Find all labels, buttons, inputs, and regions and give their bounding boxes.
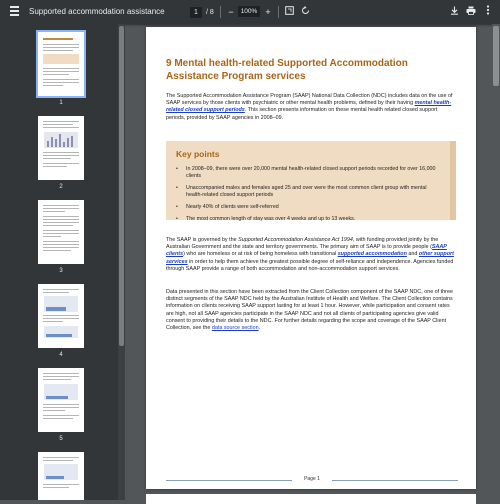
sidebar-scroll-thumb[interactable] xyxy=(119,26,124,346)
section-heading: 9 Mental health-related Supported Accomm… xyxy=(166,58,408,82)
key-points-box: Key points In 2008–09, there were over 2… xyxy=(166,141,456,223)
thumbnail-label: 3 xyxy=(59,268,63,274)
toolbar-divider xyxy=(220,6,221,18)
menu-icon[interactable] xyxy=(10,6,19,17)
zoom-input[interactable]: 100% xyxy=(238,6,260,17)
page-thumbnail-1[interactable] xyxy=(36,30,86,98)
zoom-out-button[interactable]: − xyxy=(225,5,237,19)
page-thumbnail-2[interactable] xyxy=(38,116,84,180)
document-scrollbar[interactable] xyxy=(492,24,500,500)
page-thumbnail-3[interactable] xyxy=(38,200,84,264)
toolbar-divider xyxy=(278,6,279,18)
page-number-input[interactable]: 1 xyxy=(190,6,202,18)
page-thumbnail-6[interactable] xyxy=(38,452,84,500)
thumbnail-label: 5 xyxy=(59,436,63,442)
key-points-heading: Key points xyxy=(176,149,220,159)
document-scroll-thumb[interactable] xyxy=(493,26,499,86)
key-point-item: Unaccompanied males and females aged 25 … xyxy=(176,185,438,199)
thumbnail-label: 1 xyxy=(59,100,63,106)
supported-accommodation-link[interactable]: supported accommodation xyxy=(338,251,407,257)
page-indicator: 1 / 8 xyxy=(190,6,214,18)
thumbnail-label: 4 xyxy=(59,352,63,358)
page-number-label: Page 1 xyxy=(304,476,320,482)
key-point-item: The most common length of stay was over … xyxy=(176,216,438,223)
key-point-item: Nearly 40% of clients were self-referred xyxy=(176,204,438,211)
saap-paragraph: The SAAP is governed by the Supported Ac… xyxy=(166,237,454,272)
sidebar-scrollbar[interactable] xyxy=(118,24,125,500)
intro-paragraph: The Supported Accommodation Assistance P… xyxy=(166,93,453,121)
page-thumbnail-5[interactable] xyxy=(38,368,84,432)
data-source-section-link[interactable]: data source section xyxy=(212,325,259,331)
more-icon[interactable] xyxy=(482,5,494,19)
key-points-list: In 2008–09, there were over 20,000 menta… xyxy=(176,166,438,228)
document-page-2 xyxy=(146,494,476,504)
fit-page-icon[interactable] xyxy=(283,5,295,19)
zoom-in-button[interactable]: + xyxy=(262,5,274,19)
page-footer: Page 1 xyxy=(166,476,458,484)
rotate-icon[interactable] xyxy=(299,5,311,19)
act-title: Supported Accommodation Assistance Act 1… xyxy=(238,237,353,243)
pdf-toolbar: Supported accommodation assistance 1 / 8… xyxy=(0,0,500,24)
page-total: / 8 xyxy=(206,8,214,16)
thumbnail-sidebar: 1 2 3 4 5 xyxy=(0,24,118,500)
thumbnail-label: 2 xyxy=(59,184,63,190)
download-icon[interactable] xyxy=(448,5,460,19)
data-source-paragraph: Data presented in this section have been… xyxy=(166,289,453,332)
key-point-item: In 2008–09, there were over 20,000 menta… xyxy=(176,166,438,180)
print-icon[interactable] xyxy=(465,5,477,19)
document-title: Supported accommodation assistance xyxy=(29,7,165,16)
page-thumbnail-4[interactable] xyxy=(38,284,84,348)
document-page-1: 9 Mental health-related Supported Accomm… xyxy=(146,27,476,489)
